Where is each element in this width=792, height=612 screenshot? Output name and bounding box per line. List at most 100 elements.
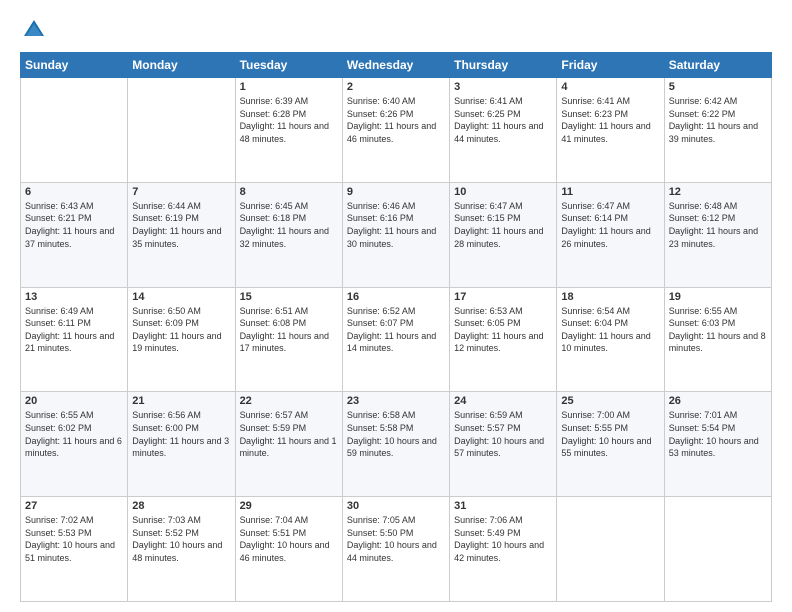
calendar-cell: 14Sunrise: 6:50 AM Sunset: 6:09 PM Dayli… bbox=[128, 287, 235, 392]
calendar-cell bbox=[128, 78, 235, 183]
calendar-cell: 6 Sunrise: 6:43 AM Sunset: 6:21 PM Daylig… bbox=[21, 182, 128, 287]
calendar-cell: 29Sunrise: 7:04 AM Sunset: 5:51 PM Dayli… bbox=[235, 497, 342, 602]
day-info: Sunrise: 7:06 AM Sunset: 5:49 PM Dayligh… bbox=[454, 514, 552, 564]
day-number: 15 bbox=[240, 291, 338, 303]
day-info: Sunrise: 6:55 AM Sunset: 6:02 PM Dayligh… bbox=[25, 409, 123, 459]
day-info: Sunrise: 6:43 AM Sunset: 6:21 PM Dayligh… bbox=[25, 200, 123, 250]
day-info: Sunrise: 6:41 AM Sunset: 6:23 PM Dayligh… bbox=[561, 95, 659, 145]
day-number: 8 bbox=[240, 186, 338, 198]
day-info: Sunrise: 6:55 AM Sunset: 6:03 PM Dayligh… bbox=[669, 305, 767, 355]
calendar-cell: 5 Sunrise: 6:42 AM Sunset: 6:22 PM Daylig… bbox=[664, 78, 771, 183]
day-number: 17 bbox=[454, 291, 552, 303]
day-info: Sunrise: 6:51 AM Sunset: 6:08 PM Dayligh… bbox=[240, 305, 338, 355]
calendar-cell: 17 Sunrise: 6:53 AM Sunset: 6:05 PM Dayli… bbox=[450, 287, 557, 392]
day-number: 24 bbox=[454, 395, 552, 407]
calendar-cell: 13 Sunrise: 6:49 AM Sunset: 6:11 PM Dayli… bbox=[21, 287, 128, 392]
day-info: Sunrise: 6:52 AM Sunset: 6:07 PM Dayligh… bbox=[347, 305, 445, 355]
day-info: Sunrise: 6:39 AM Sunset: 6:28 PM Dayligh… bbox=[240, 95, 338, 145]
calendar-cell: 25Sunrise: 7:00 AM Sunset: 5:55 PM Dayli… bbox=[557, 392, 664, 497]
day-number: 1 bbox=[240, 81, 338, 93]
day-info: Sunrise: 6:41 AM Sunset: 6:25 PM Dayligh… bbox=[454, 95, 552, 145]
day-number: 30 bbox=[347, 500, 445, 512]
calendar-cell bbox=[21, 78, 128, 183]
calendar-week-row: 27 Sunrise: 7:02 AM Sunset: 5:53 PM Dayli… bbox=[21, 497, 772, 602]
day-info: Sunrise: 6:44 AM Sunset: 6:19 PM Dayligh… bbox=[132, 200, 230, 250]
calendar-cell bbox=[664, 497, 771, 602]
day-number: 26 bbox=[669, 395, 767, 407]
calendar-cell: 18 Sunrise: 6:54 AM Sunset: 6:04 PM Dayli… bbox=[557, 287, 664, 392]
day-info: Sunrise: 6:46 AM Sunset: 6:16 PM Dayligh… bbox=[347, 200, 445, 250]
calendar-cell: 28 Sunrise: 7:03 AM Sunset: 5:52 PM Dayli… bbox=[128, 497, 235, 602]
calendar-day-header: Monday bbox=[128, 53, 235, 78]
calendar-cell: 27 Sunrise: 7:02 AM Sunset: 5:53 PM Dayli… bbox=[21, 497, 128, 602]
day-info: Sunrise: 6:47 AM Sunset: 6:14 PM Dayligh… bbox=[561, 200, 659, 250]
day-number: 7 bbox=[132, 186, 230, 198]
calendar-cell: 23 Sunrise: 6:58 AM Sunset: 5:58 PM Dayli… bbox=[342, 392, 449, 497]
header bbox=[20, 16, 772, 44]
calendar-cell: 19Sunrise: 6:55 AM Sunset: 6:03 PM Dayli… bbox=[664, 287, 771, 392]
day-number: 9 bbox=[347, 186, 445, 198]
day-info: Sunrise: 7:02 AM Sunset: 5:53 PM Dayligh… bbox=[25, 514, 123, 564]
day-info: Sunrise: 6:53 AM Sunset: 6:05 PM Dayligh… bbox=[454, 305, 552, 355]
day-info: Sunrise: 7:05 AM Sunset: 5:50 PM Dayligh… bbox=[347, 514, 445, 564]
day-info: Sunrise: 6:45 AM Sunset: 6:18 PM Dayligh… bbox=[240, 200, 338, 250]
day-info: Sunrise: 7:03 AM Sunset: 5:52 PM Dayligh… bbox=[132, 514, 230, 564]
calendar-cell: 15 Sunrise: 6:51 AM Sunset: 6:08 PM Dayli… bbox=[235, 287, 342, 392]
calendar-cell: 1 Sunrise: 6:39 AM Sunset: 6:28 PM Daylig… bbox=[235, 78, 342, 183]
calendar-cell: 11 Sunrise: 6:47 AM Sunset: 6:14 PM Dayli… bbox=[557, 182, 664, 287]
calendar-cell: 22 Sunrise: 6:57 AM Sunset: 5:59 PM Dayli… bbox=[235, 392, 342, 497]
day-info: Sunrise: 6:50 AM Sunset: 6:09 PM Dayligh… bbox=[132, 305, 230, 355]
calendar-week-row: 1 Sunrise: 6:39 AM Sunset: 6:28 PM Daylig… bbox=[21, 78, 772, 183]
day-number: 20 bbox=[25, 395, 123, 407]
calendar-cell: 8 Sunrise: 6:45 AM Sunset: 6:18 PM Daylig… bbox=[235, 182, 342, 287]
day-number: 18 bbox=[561, 291, 659, 303]
calendar-cell: 20 Sunrise: 6:55 AM Sunset: 6:02 PM Dayli… bbox=[21, 392, 128, 497]
day-info: Sunrise: 6:59 AM Sunset: 5:57 PM Dayligh… bbox=[454, 409, 552, 459]
day-info: Sunrise: 7:01 AM Sunset: 5:54 PM Dayligh… bbox=[669, 409, 767, 459]
day-info: Sunrise: 7:04 AM Sunset: 5:51 PM Dayligh… bbox=[240, 514, 338, 564]
calendar-cell bbox=[557, 497, 664, 602]
calendar-day-header: Wednesday bbox=[342, 53, 449, 78]
day-info: Sunrise: 6:54 AM Sunset: 6:04 PM Dayligh… bbox=[561, 305, 659, 355]
calendar-cell: 9 Sunrise: 6:46 AM Sunset: 6:16 PM Daylig… bbox=[342, 182, 449, 287]
calendar-day-header: Thursday bbox=[450, 53, 557, 78]
calendar-day-header: Tuesday bbox=[235, 53, 342, 78]
day-info: Sunrise: 6:42 AM Sunset: 6:22 PM Dayligh… bbox=[669, 95, 767, 145]
day-number: 27 bbox=[25, 500, 123, 512]
day-number: 22 bbox=[240, 395, 338, 407]
calendar-cell: 26 Sunrise: 7:01 AM Sunset: 5:54 PM Dayli… bbox=[664, 392, 771, 497]
day-number: 21 bbox=[132, 395, 230, 407]
calendar-cell: 7 Sunrise: 6:44 AM Sunset: 6:19 PM Daylig… bbox=[128, 182, 235, 287]
calendar-cell: 16 Sunrise: 6:52 AM Sunset: 6:07 PM Dayli… bbox=[342, 287, 449, 392]
calendar-day-header: Sunday bbox=[21, 53, 128, 78]
day-info: Sunrise: 6:57 AM Sunset: 5:59 PM Dayligh… bbox=[240, 409, 338, 459]
logo-icon bbox=[20, 16, 48, 44]
day-number: 5 bbox=[669, 81, 767, 93]
day-info: Sunrise: 6:48 AM Sunset: 6:12 PM Dayligh… bbox=[669, 200, 767, 250]
day-number: 13 bbox=[25, 291, 123, 303]
day-number: 16 bbox=[347, 291, 445, 303]
calendar-cell: 4 Sunrise: 6:41 AM Sunset: 6:23 PM Daylig… bbox=[557, 78, 664, 183]
day-number: 11 bbox=[561, 186, 659, 198]
day-number: 12 bbox=[669, 186, 767, 198]
calendar-week-row: 20 Sunrise: 6:55 AM Sunset: 6:02 PM Dayli… bbox=[21, 392, 772, 497]
day-number: 3 bbox=[454, 81, 552, 93]
calendar-cell: 31 Sunrise: 7:06 AM Sunset: 5:49 PM Dayli… bbox=[450, 497, 557, 602]
day-number: 31 bbox=[454, 500, 552, 512]
day-info: Sunrise: 6:47 AM Sunset: 6:15 PM Dayligh… bbox=[454, 200, 552, 250]
day-number: 23 bbox=[347, 395, 445, 407]
day-number: 6 bbox=[25, 186, 123, 198]
calendar-cell: 24 Sunrise: 6:59 AM Sunset: 5:57 PM Dayli… bbox=[450, 392, 557, 497]
day-info: Sunrise: 6:40 AM Sunset: 6:26 PM Dayligh… bbox=[347, 95, 445, 145]
calendar-cell: 2Sunrise: 6:40 AM Sunset: 6:26 PM Daylig… bbox=[342, 78, 449, 183]
calendar-week-row: 13 Sunrise: 6:49 AM Sunset: 6:11 PM Dayli… bbox=[21, 287, 772, 392]
day-info: Sunrise: 6:56 AM Sunset: 6:00 PM Dayligh… bbox=[132, 409, 230, 459]
day-number: 4 bbox=[561, 81, 659, 93]
logo bbox=[20, 16, 50, 44]
calendar-cell: 30 Sunrise: 7:05 AM Sunset: 5:50 PM Dayli… bbox=[342, 497, 449, 602]
calendar-cell: 10Sunrise: 6:47 AM Sunset: 6:15 PM Dayli… bbox=[450, 182, 557, 287]
calendar-day-header: Saturday bbox=[664, 53, 771, 78]
day-info: Sunrise: 6:58 AM Sunset: 5:58 PM Dayligh… bbox=[347, 409, 445, 459]
day-number: 28 bbox=[132, 500, 230, 512]
day-info: Sunrise: 6:49 AM Sunset: 6:11 PM Dayligh… bbox=[25, 305, 123, 355]
